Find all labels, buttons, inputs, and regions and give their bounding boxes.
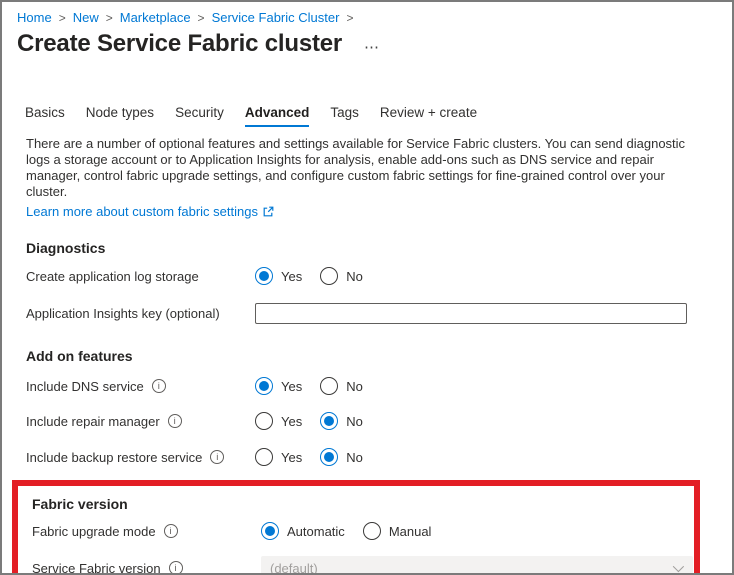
title-row: Create Service Fabric cluster ⋯ [17,30,732,58]
tab-content-advanced: There are a number of optional features … [2,136,732,575]
radio-option-yes[interactable]: Yes [255,448,302,466]
radio-option-yes[interactable]: Yes [255,267,302,285]
field-label: Include DNS service [26,379,144,394]
tab-bar: Basics Node types Security Advanced Tags… [25,105,732,127]
tab-node-types[interactable]: Node types [86,105,154,127]
radio-group-include-repair-manager: Yes No [255,412,363,430]
info-icon[interactable] [168,414,182,428]
application-insights-key-input[interactable] [255,303,687,324]
radio-label: No [346,269,363,284]
dropdown-selected-value: (default) [270,561,318,575]
radio-icon [255,448,273,466]
radio-label: Manual [389,524,432,539]
radio-icon [320,412,338,430]
radio-icon [320,448,338,466]
info-icon[interactable] [152,379,166,393]
radio-group-include-backup-restore-service: Yes No [255,448,363,466]
external-link-icon [263,206,274,217]
radio-icon [363,522,381,540]
form-row-create-application-log-storage: Create application log storage Yes No [26,267,708,285]
tab-tags[interactable]: Tags [330,105,359,127]
field-label: Application Insights key (optional) [26,306,220,321]
info-icon[interactable] [164,524,178,538]
radio-label: Yes [281,414,302,429]
radio-option-yes[interactable]: Yes [255,377,302,395]
intro-text: There are a number of optional features … [26,136,688,200]
tab-security[interactable]: Security [175,105,224,127]
radio-option-manual[interactable]: Manual [363,522,432,540]
breadcrumb-home[interactable]: Home [17,10,52,25]
breadcrumb-new[interactable]: New [73,10,99,25]
form-row-include-backup-restore-service: Include backup restore service Yes No [26,448,708,466]
radio-label: Automatic [287,524,345,539]
breadcrumb-marketplace[interactable]: Marketplace [120,10,191,25]
tab-basics[interactable]: Basics [25,105,65,127]
breadcrumb: Home > New > Marketplace > Service Fabri… [17,10,732,25]
form-row-include-repair-manager: Include repair manager Yes No [26,412,708,430]
radio-icon [320,377,338,395]
radio-label: Yes [281,379,302,394]
radio-label: Yes [281,450,302,465]
chevron-right-separator: > [346,11,353,25]
learn-more-link-label: Learn more about custom fabric settings [26,204,258,219]
radio-option-automatic[interactable]: Automatic [261,522,345,540]
chevron-right-separator: > [59,11,66,25]
radio-label: Yes [281,269,302,284]
radio-option-yes[interactable]: Yes [255,412,302,430]
tab-advanced[interactable]: Advanced [245,105,310,127]
service-fabric-version-dropdown[interactable]: (default) [261,556,693,575]
create-service-fabric-cluster-page: Home > New > Marketplace > Service Fabri… [0,0,734,575]
radio-option-no[interactable]: No [320,448,363,466]
chevron-down-icon [673,561,684,572]
info-icon[interactable] [210,450,224,464]
section-heading-add-on-features: Add on features [26,348,708,364]
chevron-right-separator: > [198,11,205,25]
radio-option-no[interactable]: No [320,412,363,430]
field-label: Include backup restore service [26,450,202,465]
field-label: Include repair manager [26,414,160,429]
chevron-right-separator: > [106,11,113,25]
radio-icon [320,267,338,285]
radio-group-create-application-log-storage: Yes No [255,267,363,285]
radio-label: No [346,379,363,394]
more-options-icon[interactable]: ⋯ [364,34,379,55]
form-row-include-dns-service: Include DNS service Yes No [26,377,708,395]
highlight-box-fabric-version: Fabric version Fabric upgrade mode Autom… [12,480,700,575]
radio-option-no[interactable]: No [320,267,363,285]
radio-icon [255,267,273,285]
tab-review-create[interactable]: Review + create [380,105,477,127]
form-row-fabric-upgrade-mode: Fabric upgrade mode Automatic Manual [32,522,694,540]
field-label: Service Fabric version [32,561,161,575]
learn-more-link[interactable]: Learn more about custom fabric settings [26,204,274,219]
section-heading-fabric-version: Fabric version [32,496,694,512]
page-header: Home > New > Marketplace > Service Fabri… [2,2,732,58]
radio-icon [261,522,279,540]
radio-group-include-dns-service: Yes No [255,377,363,395]
radio-label: No [346,414,363,429]
radio-icon [255,377,273,395]
form-row-service-fabric-version: Service Fabric version (default) [32,556,694,575]
page-title: Create Service Fabric cluster [17,30,342,58]
breadcrumb-service-fabric-cluster[interactable]: Service Fabric Cluster [212,10,340,25]
info-icon[interactable] [169,561,183,575]
radio-icon [255,412,273,430]
radio-group-fabric-upgrade-mode: Automatic Manual [261,522,431,540]
field-label: Create application log storage [26,269,199,284]
field-label: Fabric upgrade mode [32,524,156,539]
form-row-application-insights-key: Application Insights key (optional) [26,303,708,324]
radio-option-no[interactable]: No [320,377,363,395]
radio-label: No [346,450,363,465]
section-heading-diagnostics: Diagnostics [26,240,708,256]
